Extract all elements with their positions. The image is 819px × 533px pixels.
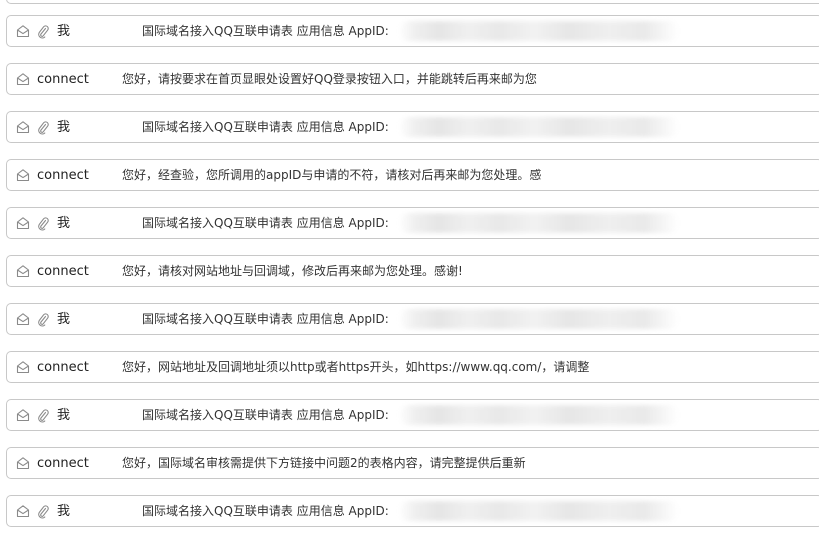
message-row[interactable]: connect 您好，网站地址及回调地址须以http或者https开头，如htt… [6,351,819,383]
redacted-appid [399,117,679,137]
message-subject: 您好，请核对网站地址与回调域，修改后再来邮为您处理。感谢! [122,264,463,278]
message-subject: 国际域名接入QQ互联申请表 应用信息 AppID: [142,216,389,230]
envelope-icon [16,457,30,470]
envelope-icon [16,313,30,326]
sender-name: connect [37,360,89,375]
envelope-icon [16,73,30,86]
envelope-icon [16,361,30,374]
message-row[interactable]: 我 国际域名接入QQ互联申请表 应用信息 AppID: [6,399,819,431]
sender-name: 我 [57,216,71,231]
message-subject: 您好，网站地址及回调地址须以http或者https开头，如https://www… [122,360,590,374]
message-subject: 国际域名接入QQ互联申请表 应用信息 AppID: [142,120,389,134]
paperclip-icon [38,25,49,39]
sender-name: 我 [57,504,71,519]
redacted-appid [399,405,679,425]
message-subject: 您好，经查验，您所调用的appID与申请的不符，请核对后再来邮为您处理。感 [122,168,542,182]
message-subject: 国际域名接入QQ互联申请表 应用信息 AppID: [142,24,389,38]
redacted-appid [399,213,679,233]
sender-name: connect [37,456,89,471]
message-row[interactable]: connect 您好，经查验，您所调用的appID与申请的不符，请核对后再来邮为… [6,159,819,191]
envelope-icon [16,217,30,230]
message-row[interactable]: 我 国际域名接入QQ互联申请表 应用信息 AppID: [6,303,819,335]
paperclip-icon [38,409,49,423]
message-row[interactable]: 我 国际域名接入QQ互联申请表 应用信息 AppID: [6,15,819,47]
message-row[interactable]: 我 国际域名接入QQ互联申请表 应用信息 AppID: [6,495,819,527]
message-subject: 国际域名接入QQ互联申请表 应用信息 AppID: [142,504,389,518]
envelope-icon [16,265,30,278]
message-subject: 您好，国际域名审核需提供下方链接中问题2的表格内容，请完整提供后重新 [122,456,526,470]
envelope-icon [16,505,30,518]
message-row[interactable]: connect 您好，请按要求在首页显眼处设置好QQ登录按钮入口，并能跳转后再来… [6,63,819,95]
envelope-icon [16,409,30,422]
sender-name: 我 [57,312,71,327]
message-subject: 国际域名接入QQ互联申请表 应用信息 AppID: [142,312,389,326]
message-subject: 您好，请按要求在首页显眼处设置好QQ登录按钮入口，并能跳转后再来邮为您 [122,72,537,86]
envelope-icon [16,121,30,134]
sender-name: connect [37,168,89,183]
sender-name: connect [37,264,89,279]
sender-name: 我 [57,120,71,135]
redacted-appid [399,21,679,41]
envelope-icon [16,169,30,182]
sender-name: connect [37,72,89,87]
sender-name: 我 [57,24,71,39]
message-row[interactable]: 我 国际域名接入QQ互联申请表 应用信息 AppID: [6,207,819,239]
paperclip-icon [38,121,49,135]
paperclip-icon [38,313,49,327]
paperclip-icon [38,217,49,231]
message-row[interactable]: connect 您好，请核对网站地址与回调域，修改后再来邮为您处理。感谢! [6,255,819,287]
previous-message-edge [6,0,819,4]
message-row[interactable]: 我 国际域名接入QQ互联申请表 应用信息 AppID: [6,111,819,143]
paperclip-icon [38,505,49,519]
message-subject: 国际域名接入QQ互联申请表 应用信息 AppID: [142,408,389,422]
message-row[interactable]: connect 您好，国际域名审核需提供下方链接中问题2的表格内容，请完整提供后… [6,447,819,479]
redacted-appid [399,501,679,521]
envelope-icon [16,25,30,38]
redacted-appid [399,309,679,329]
sender-name: 我 [57,408,71,423]
message-thread-list: 我 国际域名接入QQ互联申请表 应用信息 AppID: connect 您好，请… [0,0,819,533]
